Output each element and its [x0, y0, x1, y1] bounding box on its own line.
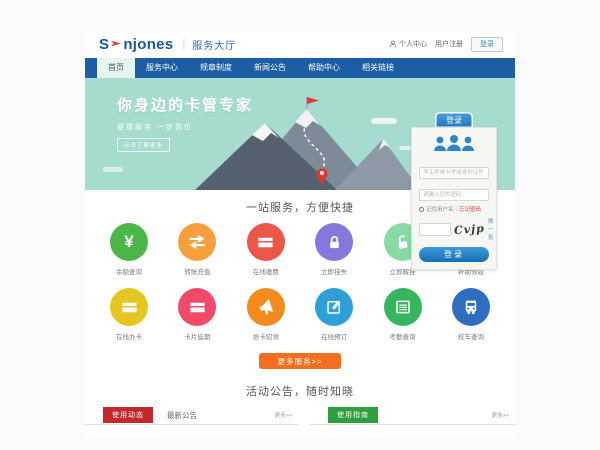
remember-label: 记住用户名	[426, 205, 454, 213]
hero-copy: 你身边的卡管专家 便捷服务 一步到位 点击了解更多	[117, 94, 253, 152]
edit-icon	[315, 288, 353, 326]
nav-item-news[interactable]: 新闻公告	[243, 58, 297, 78]
service-online-card-apply[interactable]: 在线办卡	[101, 288, 157, 341]
services-row-2: 在线办卡 卡片延期 拾卡招领	[85, 288, 515, 341]
remember-checkbox[interactable]	[419, 207, 424, 212]
service-report-loss[interactable]: 立即挂失	[306, 223, 362, 276]
megaphone-icon	[247, 288, 285, 326]
service-attendance-query[interactable]: 考勤查询	[375, 288, 431, 341]
hero-title: 你身边的卡管专家	[117, 94, 253, 115]
logo-arrow-icon	[111, 38, 122, 49]
remember-divider: |	[456, 206, 457, 212]
announcements-left-panel: 使用动态 最新公告 更多>>	[85, 407, 298, 425]
account-input[interactable]	[419, 167, 489, 179]
users-group-icon	[419, 134, 489, 157]
tab-usage-guide[interactable]: 使用指南	[328, 407, 378, 423]
forgot-password-link[interactable]: 忘记密码	[459, 205, 481, 213]
captcha-image[interactable]: Cvjp	[454, 221, 486, 236]
card-icon	[110, 288, 148, 326]
yen-icon: ¥	[110, 223, 148, 261]
header-links: 个人中心 用户注册 登录	[389, 37, 503, 52]
login-form: 记住用户名 | 忘记密码 Cvjp 换一张 登录	[411, 127, 497, 270]
header-login-button[interactable]: 登录	[471, 37, 503, 52]
card-icon	[247, 223, 285, 261]
login-tab[interactable]: 登录	[435, 112, 473, 128]
personal-center-label: 个人中心	[399, 39, 427, 49]
remember-row: 记住用户名 | 忘记密码	[419, 205, 489, 213]
nav-item-service-center[interactable]: 服务中心	[135, 58, 189, 78]
register-label: 用户注册	[435, 39, 463, 49]
cloud-shape	[103, 167, 123, 172]
right-more-link[interactable]: 更多>>	[492, 411, 509, 419]
transfer-icon	[178, 223, 216, 261]
hero-cta-button[interactable]: 点击了解更多	[117, 138, 170, 152]
service-online-booking[interactable]: 在线预订	[306, 288, 362, 341]
service-school-bus-query[interactable]: 校车查询	[443, 288, 499, 341]
service-found-card-claim[interactable]: 拾卡招领	[238, 288, 294, 341]
captcha-refresh-link[interactable]: 换一张	[488, 217, 494, 241]
list-icon	[384, 288, 422, 326]
logo-text-left: S	[99, 36, 109, 53]
card-icon	[178, 288, 216, 326]
service-card-extension[interactable]: 卡片延期	[169, 288, 225, 341]
page-bottom-spacer	[85, 425, 515, 437]
user-icon	[389, 40, 397, 48]
announcements-section-title: 活动公告，随时知晓	[85, 383, 515, 399]
service-balance-query[interactable]: ¥ 余额查询	[101, 223, 157, 276]
captcha-input[interactable]	[419, 223, 451, 236]
more-services-button[interactable]: 更多服务>>	[259, 353, 341, 369]
hero-banner: 你身边的卡管专家 便捷服务 一步到位 点击了解更多 登录	[85, 78, 515, 190]
logo-text-right: njones	[123, 36, 173, 53]
nav-item-home[interactable]: 首页	[97, 58, 135, 78]
site-container: S njones | 服务大厅 个人中心 用户注册 登录 首页 服务中心	[85, 30, 515, 437]
header: S njones | 服务大厅 个人中心 用户注册 登录	[85, 30, 515, 58]
nav-item-help-center[interactable]: 帮助中心	[297, 58, 351, 78]
register-link[interactable]: 用户注册	[435, 39, 463, 49]
password-input[interactable]	[419, 189, 489, 201]
tab-usage-news[interactable]: 使用动态	[103, 407, 153, 423]
personal-center-link[interactable]: 个人中心	[389, 39, 427, 49]
logo-divider: |	[182, 38, 185, 50]
captcha-row: Cvjp 换一张	[419, 217, 489, 241]
login-panel: 登录 记住用户名 | 忘记密	[411, 112, 497, 270]
main-nav: 首页 服务中心 规章制度 新闻公告 帮助中心 相关链接	[85, 58, 515, 78]
site-name: 服务大厅	[192, 37, 236, 52]
left-more-link[interactable]: 更多>>	[275, 411, 292, 419]
login-submit-button[interactable]: 登录	[419, 247, 489, 262]
bus-icon	[452, 288, 490, 326]
announcements-tabs: 使用动态 最新公告 更多>> 使用指南 更多>>	[85, 407, 515, 425]
page-background: { "header": { "logo": { "part1": "S", "p…	[0, 0, 600, 450]
hero-subtitle: 便捷服务 一步到位	[117, 122, 253, 132]
service-transfer-recharge[interactable]: 转账充值	[169, 223, 225, 276]
logo[interactable]: S njones | 服务大厅	[99, 36, 236, 53]
announcements-right-panel: 使用指南 更多>>	[310, 407, 515, 425]
nav-item-rules[interactable]: 规章制度	[189, 58, 243, 78]
tab-latest-announcements[interactable]: 最新公告	[167, 407, 197, 421]
lock-closed-icon	[315, 223, 353, 261]
nav-item-links[interactable]: 相关链接	[351, 58, 405, 78]
service-online-payment[interactable]: 在线缴费	[238, 223, 294, 276]
